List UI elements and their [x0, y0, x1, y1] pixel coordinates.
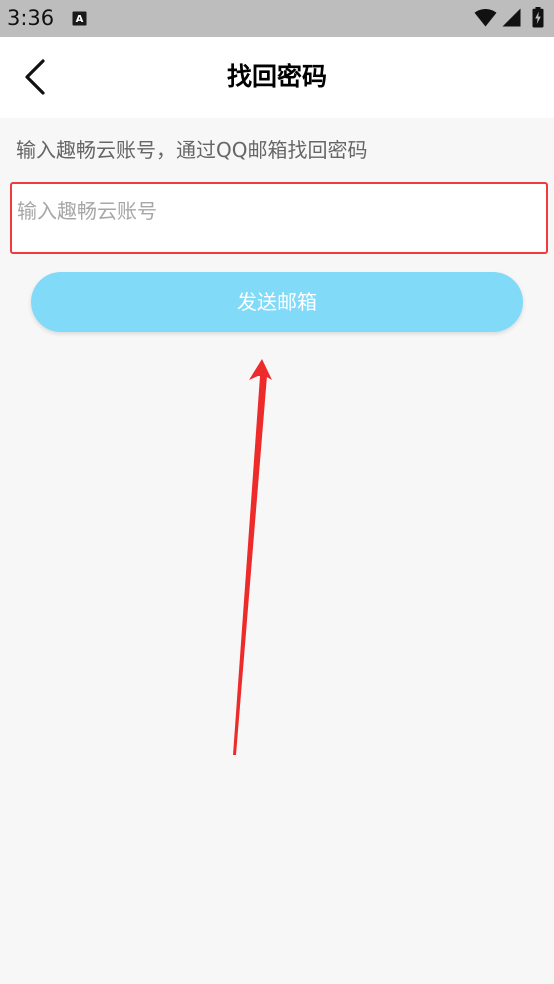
page-title: 找回密码 — [226, 62, 327, 91]
send-email-button[interactable]: 发送邮箱 — [31, 272, 523, 332]
header: 找回密码 — [0, 37, 554, 118]
account-input[interactable] — [17, 196, 537, 226]
wifi-icon — [474, 9, 497, 27]
svg-text:A: A — [76, 14, 84, 25]
signal-icon — [502, 8, 521, 27]
instruction-text: 输入趣畅云账号，通过QQ邮箱找回密码 — [16, 138, 368, 162]
account-input-container — [10, 182, 548, 254]
status-bar: 3:36 A — [0, 0, 554, 37]
status-time: 3:36 — [7, 6, 55, 30]
battery-icon — [532, 7, 544, 28]
a-letter-icon: A — [72, 11, 87, 26]
